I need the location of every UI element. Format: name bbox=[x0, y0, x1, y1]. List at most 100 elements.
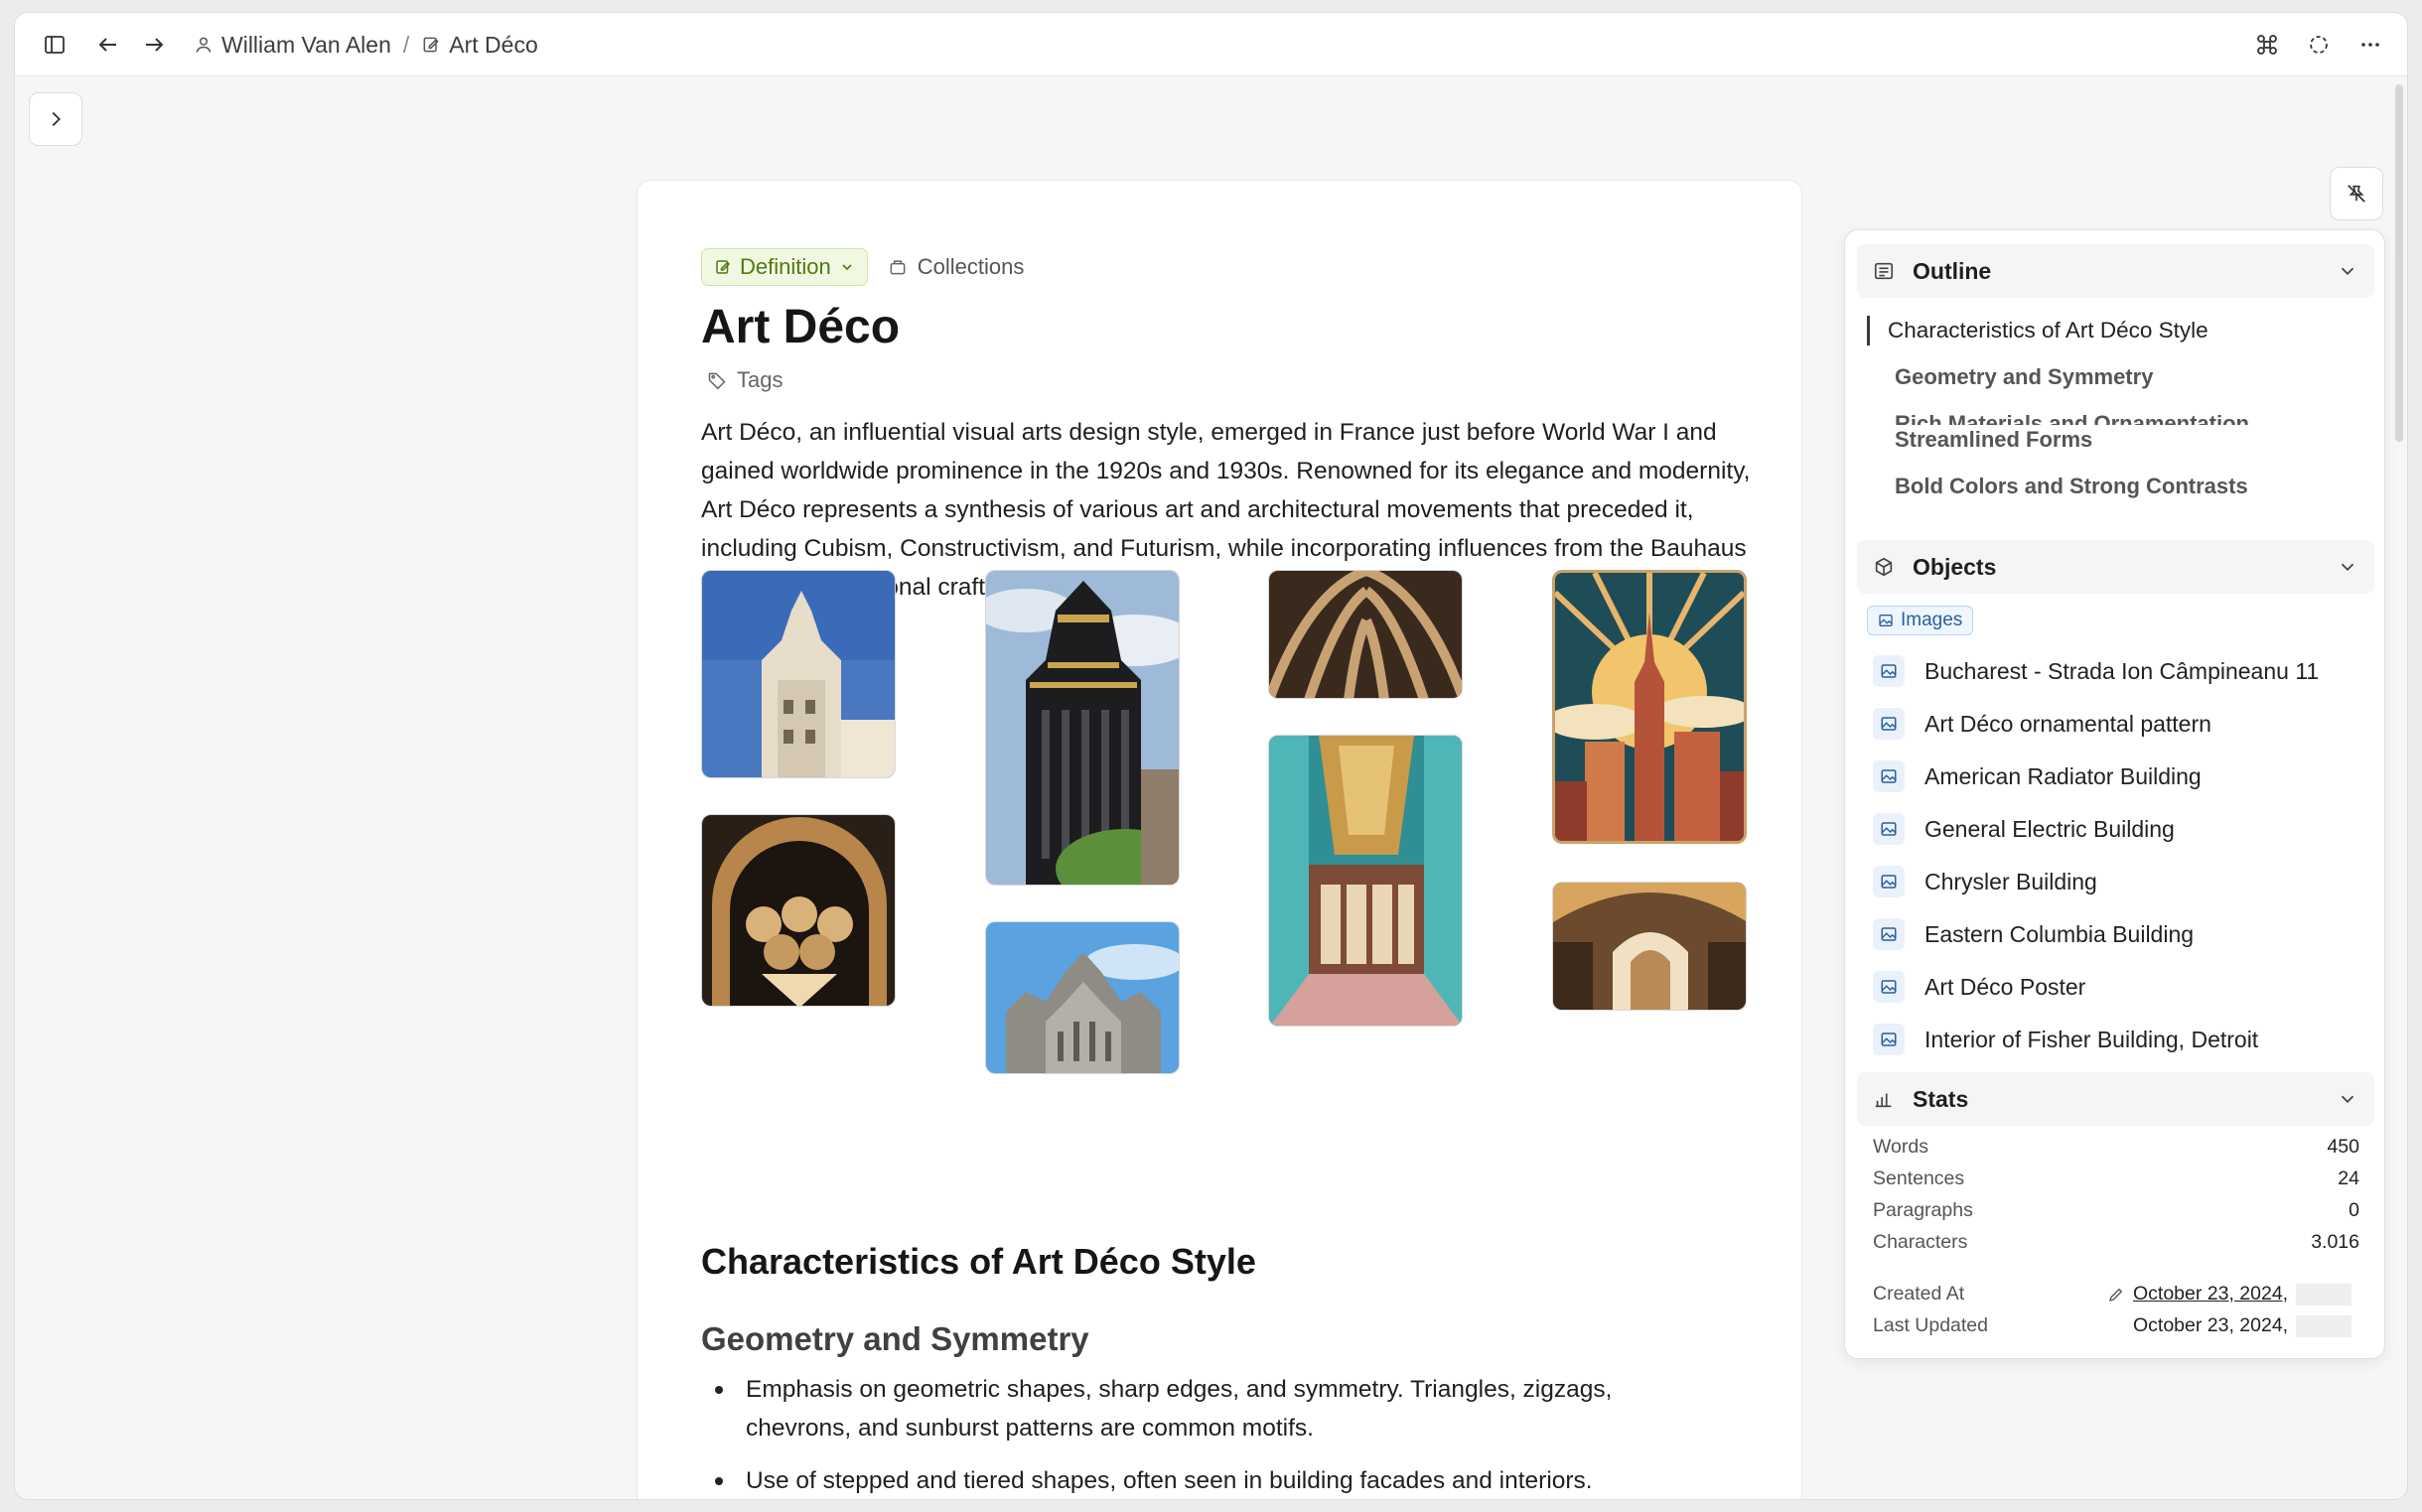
object-item[interactable]: General Electric Building bbox=[1873, 809, 2175, 849]
gallery-image-fisher-building[interactable] bbox=[1552, 882, 1747, 1011]
images-filter-badge[interactable]: Images bbox=[1867, 606, 1974, 635]
gallery-image-bucharest[interactable] bbox=[701, 570, 896, 778]
stat-value: 3.016 bbox=[2311, 1231, 2359, 1253]
more-options-icon[interactable] bbox=[2352, 27, 2388, 63]
outline-item-active[interactable]: Characteristics of Art Déco Style bbox=[1867, 316, 2208, 345]
edit-note-icon bbox=[423, 37, 439, 53]
stats-section-header[interactable]: Stats bbox=[1857, 1072, 2374, 1126]
document-meta-row: Definition Collections bbox=[701, 248, 1024, 286]
stat-label: Sentences bbox=[1873, 1168, 1965, 1189]
unpin-panel-button[interactable] bbox=[2330, 167, 2383, 220]
edit-note-icon bbox=[716, 260, 731, 274]
inspector-panel: Outline Characteristics of Art Déco Styl… bbox=[1844, 229, 2385, 1359]
breadcrumb: William Van Alen / Art Déco bbox=[194, 13, 538, 76]
back-arrow-icon[interactable] bbox=[90, 27, 126, 63]
object-item[interactable]: Chrysler Building bbox=[1873, 862, 2097, 901]
object-item-label: Art Déco ornamental pattern bbox=[1924, 710, 2211, 737]
outline-section-header[interactable]: Outline bbox=[1857, 244, 2374, 298]
stat-label: Paragraphs bbox=[1873, 1199, 1973, 1221]
image-icon bbox=[1879, 615, 1893, 626]
sidebar-toggle-icon[interactable] bbox=[37, 27, 72, 63]
bullet-list: Emphasis on geometric shapes, sharp edge… bbox=[701, 1370, 1694, 1499]
outline-list-continued: Streamlined Forms Bold Colors and Strong… bbox=[1845, 425, 2384, 498]
stat-sentences: Sentences 24 bbox=[1873, 1168, 2359, 1190]
pencil-icon bbox=[2109, 1288, 2123, 1302]
stat-value: 24 bbox=[2338, 1168, 2359, 1189]
page-title[interactable]: Art Déco bbox=[701, 300, 900, 354]
cube-icon bbox=[1875, 557, 1893, 577]
breadcrumb-separator: / bbox=[402, 31, 410, 58]
stats-title: Stats bbox=[1913, 1085, 1969, 1112]
object-item[interactable]: American Radiator Building bbox=[1873, 756, 2202, 796]
gallery-image-eastern-columbia[interactable] bbox=[1268, 735, 1463, 1027]
stat-words: Words 450 bbox=[1873, 1136, 2359, 1159]
collections-button[interactable]: Collections bbox=[888, 254, 1024, 280]
chevron-right-icon bbox=[52, 111, 61, 127]
list-icon bbox=[1874, 262, 1894, 280]
command-icon[interactable] bbox=[2249, 27, 2285, 63]
outline-item[interactable]: Bold Colors and Strong Contrasts bbox=[1895, 472, 2248, 498]
image-icon bbox=[1873, 708, 1905, 740]
type-chip-label: Definition bbox=[740, 254, 831, 279]
bullet-item[interactable]: Use of stepped and tiered shapes, often … bbox=[701, 1461, 1694, 1499]
updated-date: October 23, 2024, bbox=[2133, 1314, 2352, 1337]
images-filter-label: Images bbox=[1901, 610, 1963, 630]
gallery-image-art-deco-poster[interactable] bbox=[1552, 570, 1747, 844]
object-item[interactable]: Bucharest - Strada Ion Câmpineanu 11 bbox=[1873, 651, 2319, 691]
object-item-label: General Electric Building bbox=[1924, 815, 2175, 842]
bullet-item[interactable]: Emphasis on geometric shapes, sharp edge… bbox=[701, 1370, 1694, 1447]
type-chip[interactable]: Definition bbox=[701, 248, 868, 286]
chevron-down-icon bbox=[2341, 1095, 2354, 1104]
section-heading[interactable]: Characteristics of Art Déco Style bbox=[701, 1241, 1256, 1283]
sync-icon[interactable] bbox=[2301, 27, 2337, 63]
user-icon bbox=[196, 37, 212, 53]
app-window: William Van Alen / Art Déco Definition C… bbox=[14, 12, 2408, 1500]
chevron-down-icon bbox=[2341, 563, 2354, 572]
redacted-time bbox=[2296, 1314, 2352, 1337]
created-date-edit[interactable]: October 23, 2024, bbox=[2107, 1283, 2352, 1306]
image-icon bbox=[1873, 971, 1905, 1003]
outline-item[interactable]: Geometry and Symmetry bbox=[1895, 362, 2153, 392]
gallery-image-chrysler-detail[interactable] bbox=[1268, 570, 1463, 699]
objects-section-header[interactable]: Objects bbox=[1857, 540, 2374, 594]
breadcrumb-page[interactable]: Art Déco bbox=[421, 31, 538, 59]
outline-item[interactable]: Rich Materials and Ornamentation bbox=[1895, 409, 2249, 425]
stat-label: Created At bbox=[1873, 1283, 1965, 1305]
outline-item[interactable]: Streamlined Forms bbox=[1895, 425, 2092, 455]
window-scrollbar[interactable] bbox=[2395, 84, 2403, 442]
object-item-label: Art Déco Poster bbox=[1924, 973, 2086, 1000]
stat-characters: Characters 3.016 bbox=[1873, 1231, 2359, 1254]
object-item[interactable]: Interior of Fisher Building, Detroit bbox=[1873, 1020, 2258, 1059]
breadcrumb-owner[interactable]: William Van Alen bbox=[194, 32, 391, 59]
image-icon bbox=[1873, 655, 1905, 687]
object-item[interactable]: Eastern Columbia Building bbox=[1873, 914, 2194, 954]
object-item-label: American Radiator Building bbox=[1924, 762, 2202, 789]
object-item-label: Interior of Fisher Building, Detroit bbox=[1924, 1026, 2259, 1052]
subsection-heading[interactable]: Geometry and Symmetry bbox=[701, 1320, 1089, 1358]
object-item-label: Bucharest - Strada Ion Câmpineanu 11 bbox=[1924, 657, 2320, 684]
expand-left-panel-button[interactable] bbox=[29, 92, 82, 146]
outline-title: Outline bbox=[1913, 257, 1992, 284]
tags-button[interactable]: Tags bbox=[707, 367, 783, 393]
stat-label: Last Updated bbox=[1873, 1314, 1989, 1336]
pin-off-icon bbox=[2348, 185, 2365, 203]
stat-value: October 23, 2024, bbox=[2133, 1283, 2289, 1305]
stat-value: 450 bbox=[2327, 1136, 2359, 1158]
chevron-down-icon bbox=[2341, 267, 2354, 276]
object-item[interactable]: Art Déco Poster bbox=[1873, 967, 2085, 1007]
gallery-image-american-radiator[interactable] bbox=[985, 570, 1180, 886]
image-icon bbox=[1873, 866, 1905, 897]
breadcrumb-page-label: Art Déco bbox=[449, 31, 538, 58]
object-item[interactable]: Art Déco ornamental pattern bbox=[1873, 704, 2211, 744]
forward-arrow-icon[interactable] bbox=[136, 27, 172, 63]
folder-icon bbox=[890, 260, 906, 275]
breadcrumb-owner-label: William Van Alen bbox=[221, 31, 391, 58]
image-icon bbox=[1873, 918, 1905, 950]
image-icon bbox=[1873, 760, 1905, 792]
chevron-down-icon bbox=[842, 264, 852, 271]
gallery-image-general-electric[interactable] bbox=[985, 921, 1180, 1074]
document-card: Definition Collections Art Déco Tags Art… bbox=[637, 180, 1802, 1499]
gallery-image-ornamental-pattern[interactable] bbox=[701, 814, 896, 1007]
stat-label: Characters bbox=[1873, 1231, 1968, 1253]
stat-last-updated: Last Updated October 23, 2024, bbox=[1873, 1314, 2359, 1342]
